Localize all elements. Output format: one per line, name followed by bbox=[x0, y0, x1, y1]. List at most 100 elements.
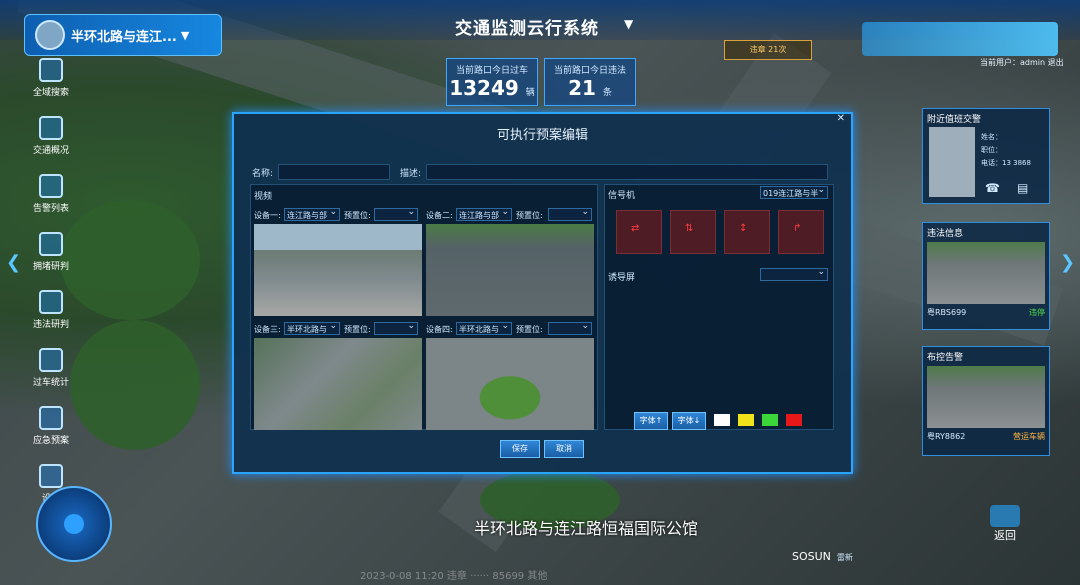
police-position: 职位： bbox=[981, 146, 1002, 154]
chevron-down-icon[interactable]: ▼ bbox=[624, 17, 633, 31]
avatar bbox=[35, 20, 65, 50]
color-swatch-green[interactable] bbox=[762, 414, 778, 426]
list-icon bbox=[39, 174, 63, 198]
color-swatch-yellow[interactable] bbox=[738, 414, 754, 426]
color-swatch-red[interactable] bbox=[786, 414, 802, 426]
violation-plate: 粤RBS699 bbox=[927, 308, 967, 317]
stat-pass-count: 当前路口今日过车 13249 辆 bbox=[446, 58, 538, 106]
dialog-title: 可执行预案编辑 bbox=[496, 128, 588, 143]
stat-label: 当前路口今日过车 bbox=[455, 66, 528, 76]
signal-phase-tile[interactable]: ⇄ bbox=[616, 210, 662, 254]
stat-violation-count: 当前路口今日违法 21 条 bbox=[544, 58, 636, 106]
tree bbox=[70, 320, 200, 450]
sidebar-item-statistics[interactable]: 过车统计 bbox=[28, 348, 74, 406]
violation-count-tag: 违章 21次 bbox=[724, 40, 812, 60]
close-icon[interactable]: ✕ bbox=[837, 113, 845, 124]
sidebar-item-alerts[interactable]: 告警列表 bbox=[28, 174, 74, 232]
sidebar-item-label: 交通概况 bbox=[32, 146, 69, 156]
brand-logo: SOSUN 雷新 bbox=[792, 550, 853, 563]
car-icon bbox=[39, 348, 63, 372]
video-feed-3[interactable] bbox=[254, 338, 422, 430]
signal-label: 信号机 bbox=[608, 191, 636, 201]
location-label: 半环北路与连江... bbox=[71, 29, 177, 45]
signal-phase-tile[interactable]: ↱ bbox=[778, 210, 824, 254]
police-card-title: 附近值班交警 bbox=[927, 115, 982, 125]
police-name: 姓名： bbox=[981, 133, 1002, 141]
cancel-button[interactable]: 取消 bbox=[544, 440, 584, 458]
arrow-icon: ⇄ bbox=[631, 223, 640, 234]
arrow-icon: ↕ bbox=[739, 223, 748, 234]
sidebar-item-label: 应急预案 bbox=[32, 436, 69, 446]
sidebar-item-label: 拥堵研判 bbox=[32, 262, 69, 272]
device-2-select[interactable]: 连江路与部 bbox=[456, 208, 512, 221]
chevron-left-icon[interactable]: ❮ bbox=[6, 252, 21, 273]
signal-phase-tile[interactable]: ⇅ bbox=[670, 210, 716, 254]
return-button[interactable]: 返回 bbox=[990, 505, 1020, 543]
video-feed-2[interactable] bbox=[426, 224, 594, 316]
alert-card-title: 布控告警 bbox=[927, 353, 964, 363]
ptz-joystick[interactable] bbox=[36, 486, 112, 562]
alert-plate: 粤RY8862 bbox=[927, 432, 966, 441]
font-decrease-button[interactable]: 字体↓ bbox=[672, 412, 706, 430]
preset-4-select[interactable] bbox=[548, 322, 592, 335]
sidebar-item-label: 告警列表 bbox=[32, 204, 69, 214]
device-4-select[interactable]: 半环北路与 bbox=[456, 322, 512, 335]
preset-label: 预置位: bbox=[516, 211, 543, 220]
top-right-banner bbox=[862, 22, 1058, 56]
system-title: 交通监测云行系统 bbox=[455, 19, 599, 39]
chevron-right-icon[interactable]: ❯ bbox=[1060, 252, 1075, 273]
font-increase-button[interactable]: 字体↑ bbox=[634, 412, 668, 430]
arrow-icon: ↱ bbox=[793, 223, 802, 234]
guide-screen-select[interactable] bbox=[760, 268, 828, 281]
sidebar-item-search[interactable]: 全域搜索 bbox=[28, 58, 74, 116]
violation-card: 违法信息 粤RBS699 违停 bbox=[922, 222, 1050, 330]
preset-label: 预置位: bbox=[344, 211, 371, 220]
brand-sub: 雷新 bbox=[836, 553, 853, 562]
color-swatch-white[interactable] bbox=[714, 414, 730, 426]
stat-value: 21 条 bbox=[568, 76, 612, 100]
save-button[interactable]: 保存 bbox=[500, 440, 540, 458]
chevron-down-icon: ▼ bbox=[180, 28, 190, 42]
device-label: 设备四: bbox=[426, 325, 453, 334]
video-feed-4[interactable] bbox=[426, 338, 594, 430]
sidebar-item-overview[interactable]: 交通概况 bbox=[28, 116, 74, 174]
alert-footer: 粤RY8862 营运车辆 bbox=[923, 428, 1049, 445]
violation-footer: 粤RBS699 违停 bbox=[923, 304, 1049, 321]
location-selector[interactable]: 半环北路与连江... ▼ bbox=[24, 14, 222, 56]
device-3-select[interactable]: 半环北路与 bbox=[284, 322, 340, 335]
name-field[interactable] bbox=[278, 164, 390, 180]
preset-3-select[interactable] bbox=[374, 322, 418, 335]
phone-icon[interactable]: ☎ bbox=[985, 181, 1000, 195]
device-label: 设备一: bbox=[254, 211, 281, 220]
police-photo bbox=[929, 127, 975, 197]
signal-phase-tile[interactable]: ↕ bbox=[724, 210, 770, 254]
sidebar-item-violation[interactable]: 违法研判 bbox=[28, 290, 74, 348]
sidebar-item-congestion[interactable]: 拥堵研判 bbox=[28, 232, 74, 290]
arrow-icon: ⇅ bbox=[685, 223, 694, 234]
video-label: 视频 bbox=[254, 192, 273, 202]
sidebar-item-label: 全域搜索 bbox=[32, 88, 69, 98]
sidebar-item-label: 违法研判 bbox=[32, 320, 69, 330]
card-icon[interactable]: ▤ bbox=[1017, 181, 1028, 195]
device-1-select[interactable]: 连江路与部 bbox=[284, 208, 340, 221]
device-label: 设备三: bbox=[254, 325, 281, 334]
joystick-center[interactable] bbox=[64, 514, 84, 534]
brand-name: SOSUN bbox=[792, 550, 831, 563]
alert-thumbnail[interactable] bbox=[927, 366, 1045, 428]
signal-select[interactable]: 019连江路与半 bbox=[760, 186, 828, 199]
violation-icon bbox=[39, 290, 63, 314]
control-alert-card: 布控告警 粤RY8862 营运车辆 bbox=[922, 346, 1050, 456]
user-info[interactable]: 当前用户：admin 退出 bbox=[980, 57, 1064, 68]
violation-thumbnail[interactable] bbox=[927, 242, 1045, 304]
sidebar-item-label: 过车统计 bbox=[32, 378, 69, 388]
description-field[interactable] bbox=[426, 164, 828, 180]
alert-type: 营运车辆 bbox=[1013, 432, 1045, 441]
preset-1-select[interactable] bbox=[374, 208, 418, 221]
duty-police-card: 附近值班交警 姓名： 职位： 电话：13 3868 ☎ ▤ bbox=[922, 108, 1050, 204]
police-info: 姓名： 职位： 电话：13 3868 bbox=[981, 131, 1031, 170]
sidebar-item-emergency[interactable]: 应急预案 bbox=[28, 406, 74, 464]
device-label: 设备二: bbox=[426, 211, 453, 220]
preset-2-select[interactable] bbox=[548, 208, 592, 221]
name-label: 名称: bbox=[252, 169, 274, 179]
video-feed-1[interactable] bbox=[254, 224, 422, 316]
